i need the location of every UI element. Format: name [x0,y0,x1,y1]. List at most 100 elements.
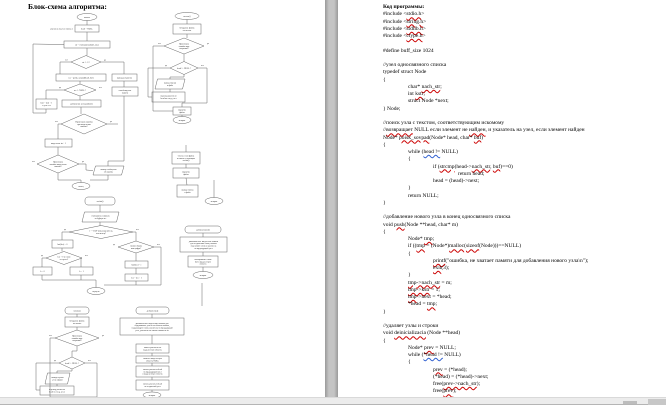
flowchart-node-diam: head != NULL ? [169,61,199,75]
flowchart-connector [101,61,125,74]
code-line: #include <ctype.h> [383,33,426,39]
flowchart-drawing[interactable]: начало head = NULL str = считывание(buff_s… [0,0,325,397]
svg-text:запись(): запись() [73,309,81,312]
svg-text:перевод указателяhead на след.: перевод указателя head на след. узел [49,389,65,393]
svg-text:head != NULL ?: head != NULL ? [65,363,79,365]
flowchart-node-rect: запись в выделенную область NULL [135,355,170,364]
svg-text:str != 0 ?: str != 0 ? [82,62,90,64]
flowchart-node-para: вывод строки узла в файл [44,372,71,385]
code-line: { [383,76,386,83]
flowchart-branch-label: нет [136,229,139,231]
svg-text:sczitat(): sczitat() [97,200,104,203]
flowchart-branch-label: нет [32,161,35,163]
flowchart-node-rect: len = len + 1 [124,273,149,282]
code-line: tmp->next = *head; [408,294,452,300]
flowchart-node-round: запись() [64,306,90,315]
flowchart-node-para: вывод сообщения об ошибке [92,165,125,176]
flowchart-node-rect: buf[len] = c [124,260,149,269]
flowchart-node-rect: res = poisk_sovpad(head, buf) [55,73,107,82]
flowchart-node-rect: Открытие файла на запись [64,316,90,328]
code-line: *head = tmp; [408,301,438,308]
code-line: char* nach_str; [408,83,442,90]
flowchart-node-rect: k = 0 [32,266,53,276]
flowchart-node-rect: k = 1 [69,266,94,276]
flowchart-connector [56,369,73,373]
flowchart-node-diam: len > 0 и слово не пусто? [45,251,83,265]
flowchart-node-diam: Произошла ошибка при открытии? [54,329,100,347]
code-line: prev = (*head); [433,366,467,373]
flowchart-node-rect: добавление узла push(str) [61,99,102,108]
code-line: if (strcmp(head->nach_str, buf)==0) [433,163,513,170]
flowchart-node-rect: buf[len] = 0 [51,239,74,249]
flowchart-branch-label: нет [49,335,52,337]
svg-text:конец: конец [78,186,84,188]
flowchart-node-oval: вернуть [86,287,106,295]
flowchart-node-oval: начало [76,13,98,21]
code-line: } Node; [383,105,401,112]
page-code[interactable]: Код программы: #include <stdio.h> #include… [338,0,666,397]
flowchart-branch-label: да [59,87,61,89]
svg-text:запись указателя навыделенную: запись указателя на выделенную область [143,347,161,351]
flowchart-node-rect: head = NULL [74,24,100,33]
flowchart-node-diam: Произошла ошибка выделения памяти? [36,154,80,174]
svg-text:запись указателя headна создан: запись указателя head на созданный узел [143,384,163,388]
flowchart-node-rect: запись указателя на выделенную область [135,343,170,354]
code-line: Код программы: [383,4,425,10]
code-line: { [408,250,411,257]
code-line: free(prev->nach_str); [433,381,481,387]
svg-text:начало: начало [84,17,90,19]
flowchart-branch-label: нет [99,87,102,89]
svg-text:str = считывание(buff_size): str = считывание(buff_size) [75,43,99,46]
code-line: } [383,199,386,206]
flowchart-connector [107,96,125,166]
flowchart-connector [45,89,64,99]
flowchart-node-rect: kstr = kstr + 1в узле res [35,98,58,110]
flowchart-node-rect: копирование слова buf в выделенную область [187,255,219,268]
svg-text:добавление(str): добавление(str) [196,228,210,231]
flowchart-node-diam: c == EOF или разделитель, или конец? [68,225,134,239]
flowchart-node-oval: возврат [204,197,224,205]
flowchart-connector [71,346,78,357]
flowchart-node-round: добавление() [135,306,170,315]
flowchart-node-rect: перевод указателя head на след. узел [151,91,186,103]
flowchart-node-rect: динамическое выделение памяти для содержи… [119,317,185,336]
flowchart-node-rect: запись указателя head на предыдущий узел в… [135,365,170,378]
svg-text:запись указателя headна предыд: запись указателя head на предыдущий узел в… [143,369,164,376]
flowchart-branch-label: да [207,43,209,45]
flowchart-node-rect: str = считывание(buff_size) [63,40,111,49]
flowchart-branch-label: да [113,244,115,246]
code-line: { [383,337,386,344]
page-flowchart[interactable]: Блок-схема алгоритма: начало head = NULL s… [0,0,325,397]
flowchart-node-diam: res != NULL ? [63,83,97,97]
svg-text:чтение(): чтение() [183,15,191,18]
flowchart-node-rect: вывод результата [111,73,138,82]
svg-text:выделение str + 1: выделение str + 1 [51,143,66,145]
code-line: { [383,141,386,148]
flowchart-node-rect: выделение str + 1 [44,138,73,148]
flowchart-node-rect: динамическое выделение памяти для соедине… [179,236,228,253]
flowchart-node-para: вывод строки в файл [154,78,186,90]
code-line: exit(3); [433,265,450,271]
svg-text:Произошлаошибка приоткрытии?: Произошла ошибка при открытии? [179,44,190,51]
svg-text:возврат: возврат [200,275,207,277]
code-line: struct Node *next; [408,98,449,105]
flowchart-connector [133,231,137,241]
flowchart-node-para: считывание символа из буфера в c [81,211,120,223]
page-gap [325,0,338,397]
flowchart-node-oval: чтение() [174,12,200,20]
flowchart-branch-label: нет [55,121,58,123]
flowchart-branch-label: да [82,161,84,163]
code-line: } [408,185,411,192]
flowchart-node-rect: освобождение памяти [111,86,139,97]
code-line: return head; [458,170,485,177]
horizontal-scrollbar[interactable] [0,397,666,405]
code-line: void deinicializacia (Node **head) [383,330,461,337]
flowchart-branch-label: да [110,121,112,123]
flowchart-connector [61,231,69,240]
svg-text:head = NULL: head = NULL [81,28,93,30]
svg-text:символ букваили цифра?: символ буква или цифра? [130,245,142,250]
flowchart-branch-label: нет [157,244,160,246]
flowchart-node-rect: перевод указателя head на след. узел [39,385,75,396]
